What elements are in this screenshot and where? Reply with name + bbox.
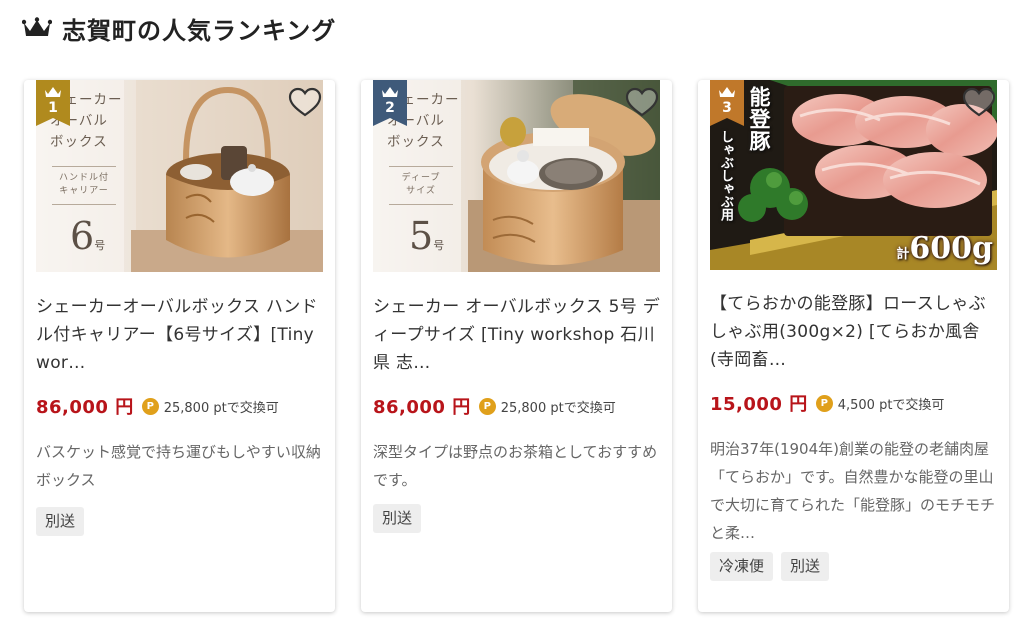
price-row: 86,000 円 P 25,800 ptで交換可: [373, 393, 616, 419]
product-card[interactable]: シェーカー オーバル ボックス ハンドル付 キャリアー 6号 1 シェーカーオー…: [24, 80, 335, 612]
product-image[interactable]: シェーカー オーバル ボックス ディープ サイズ 5号: [373, 80, 660, 272]
rank-number: 2: [385, 100, 395, 116]
rank-badge: 2: [373, 80, 407, 126]
product-description: バスケット感覚で持ち運びもしやすい収納ボックス: [36, 443, 321, 489]
shipping-tag: 別送: [781, 552, 830, 581]
rank-number: 1: [48, 100, 58, 116]
points: 25,800 ptで交換可: [163, 400, 279, 416]
price: 15,000 円: [710, 394, 808, 415]
point-icon: P: [478, 397, 496, 415]
overlay-brand: 能登豚: [747, 86, 772, 152]
shipping-tag: 冷凍便: [710, 552, 774, 581]
price-row: 15,000 円 P 4,500 ptで交換可: [710, 390, 944, 416]
rank-number: 3: [722, 100, 732, 116]
product-image[interactable]: シェーカー オーバル ボックス ハンドル付 キャリアー 6号: [36, 80, 323, 272]
product-description: 深型タイプは野点のお茶箱としておすすめです。: [373, 443, 658, 489]
section-title: 志賀町の人気ランキング: [62, 16, 337, 45]
rank-badge: 3: [710, 80, 744, 126]
price-row: 86,000 円 P 25,800 ptで交換可: [36, 393, 279, 419]
product-title[interactable]: シェーカーオーバルボックス ハンドル付キャリアー【6号サイズ】[Tiny wor…: [36, 293, 326, 377]
overlay-size: 6号: [70, 214, 106, 258]
product-link[interactable]: シェーカー オーバルボックス 5号 ディープサイズ [Tiny workshop…: [373, 297, 660, 373]
overlay-divider: [389, 204, 453, 205]
product-link[interactable]: シェーカーオーバルボックス ハンドル付キャリアー【6号サイズ】[Tiny wor…: [36, 297, 318, 373]
overlay-divider: [52, 204, 116, 205]
points: 25,800 ptで交換可: [500, 400, 616, 416]
shipping-tag: 別送: [373, 504, 422, 533]
ranking-header: 志賀町の人気ランキング: [22, 10, 336, 46]
overlay-usage: しゃぶしゃぶ用: [718, 130, 733, 221]
shipping-tag: 別送: [36, 507, 85, 536]
overlay-subtitle: ハンドル付 キャリアー: [58, 173, 109, 196]
product-title[interactable]: 【てらおかの能登豚】ロースしゃぶしゃぶ用(300g×2) [てらおか風舎(寺岡畜…: [710, 290, 1000, 374]
point-icon: P: [141, 397, 159, 415]
points: 4,500 ptで交換可: [837, 397, 945, 413]
heart-icon[interactable]: [961, 86, 997, 118]
price: 86,000 円: [36, 397, 134, 418]
overlay-divider: [389, 166, 453, 167]
tag-list: 別送: [373, 504, 422, 533]
product-description: 明治37年(1904年)創業の能登の老舗肉屋「てらおか」です。自然豊かな能登の里…: [710, 440, 996, 542]
overlay-size: 5号: [409, 214, 445, 258]
product-title[interactable]: シェーカー オーバルボックス 5号 ディープサイズ [Tiny workshop…: [373, 293, 663, 377]
heart-icon[interactable]: [624, 86, 660, 118]
tag-list: 冷凍便 別送: [710, 552, 830, 581]
overlay-divider: [52, 166, 116, 167]
crown-icon: [22, 17, 52, 36]
rank-badge: 1: [36, 80, 70, 126]
product-image[interactable]: 能登豚 しゃぶしゃぶ用 計600g: [710, 80, 997, 270]
tag-list: 別送: [36, 507, 85, 536]
heart-icon[interactable]: [287, 86, 323, 118]
point-icon: P: [815, 394, 833, 412]
product-card[interactable]: 能登豚 しゃぶしゃぶ用 計600g 3 【てらおかの能登豚】ロースしゃぶしゃぶ用…: [698, 80, 1009, 612]
product-card[interactable]: シェーカー オーバル ボックス ディープ サイズ 5号 2 シェーカー オーバル…: [361, 80, 672, 612]
product-link[interactable]: 【てらおかの能登豚】ロースしゃぶしゃぶ用(300g×2) [てらおか風舎(寺岡畜…: [710, 294, 986, 370]
overlay-weight: 計600g: [896, 231, 993, 266]
overlay-subtitle: ディープ サイズ: [401, 173, 441, 196]
price: 86,000 円: [373, 397, 471, 418]
